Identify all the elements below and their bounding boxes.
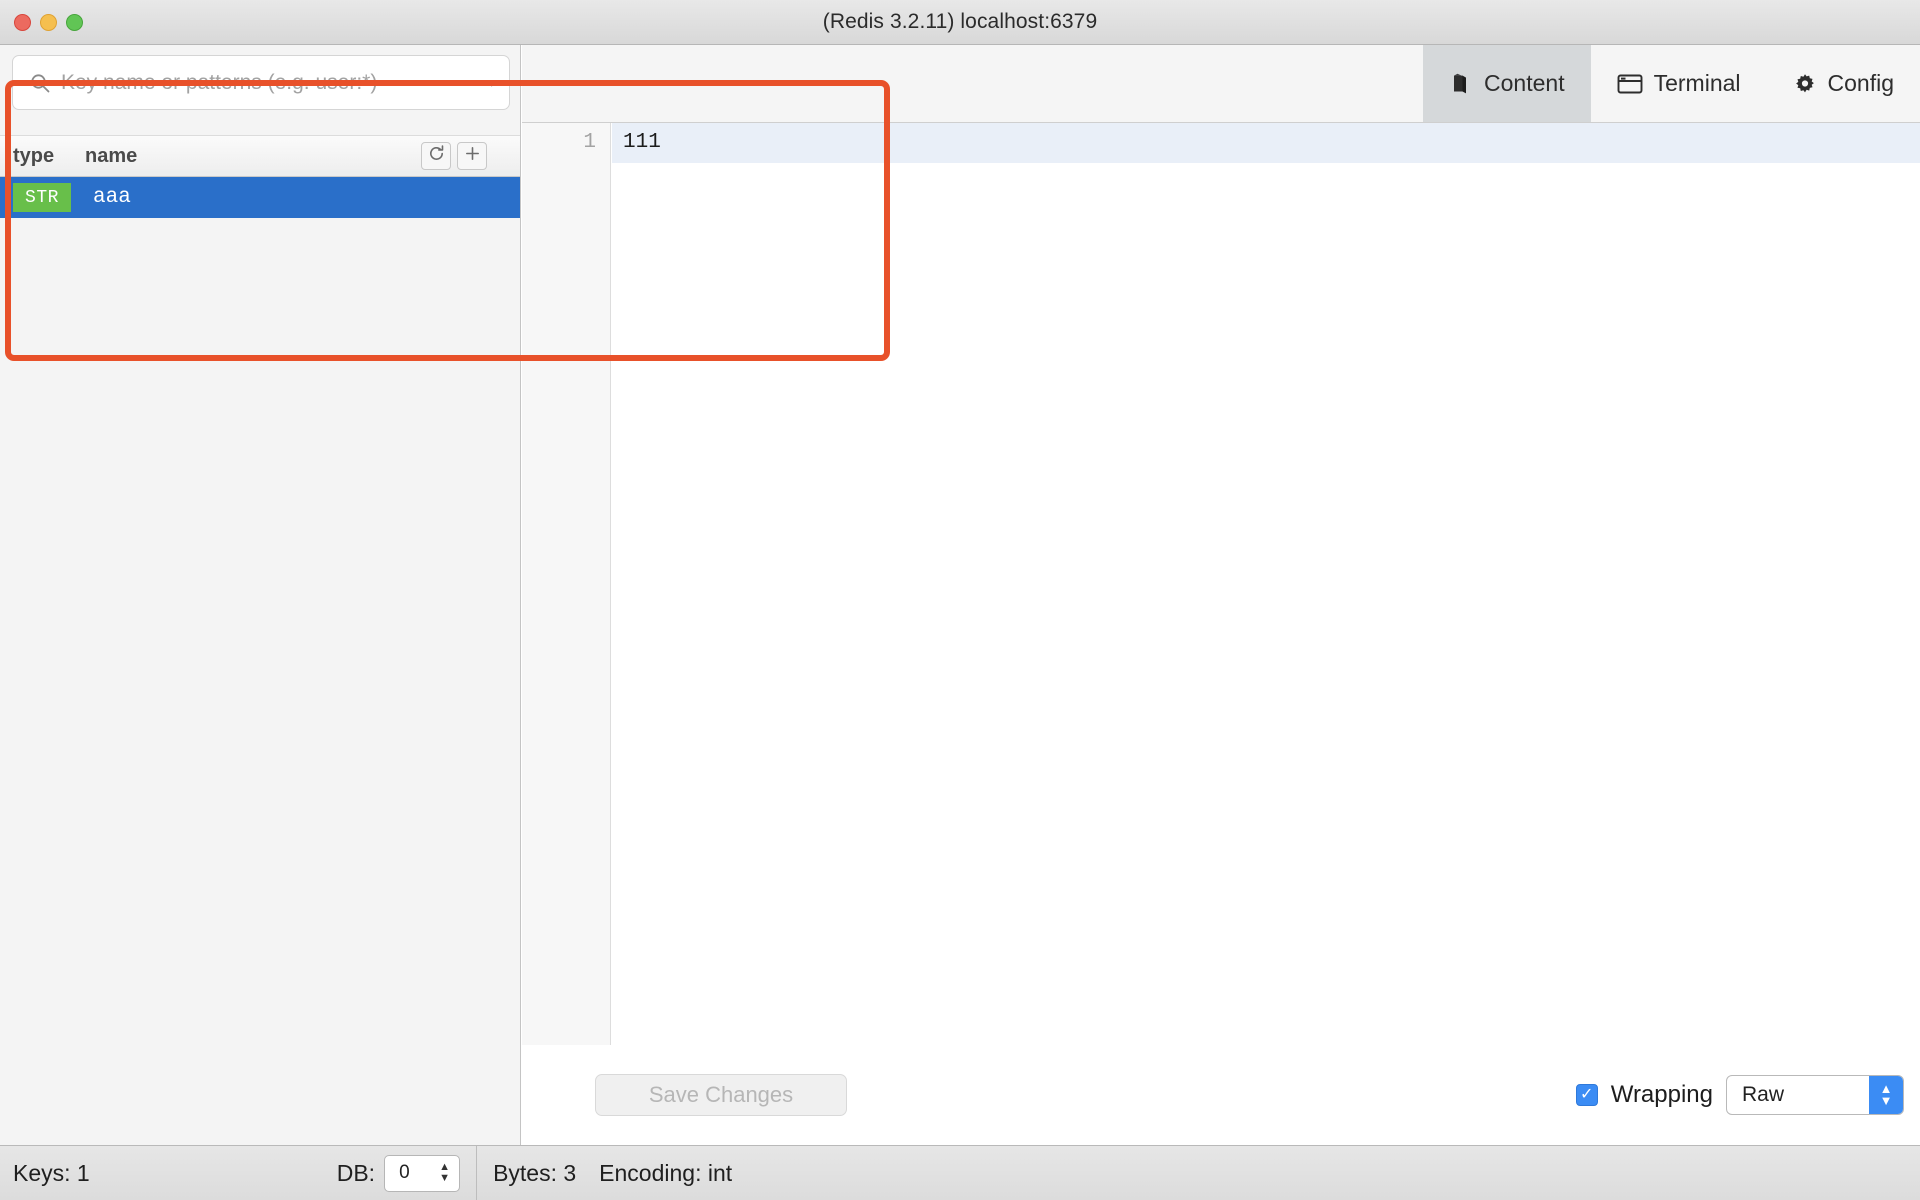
value-editor[interactable]: 1 111 Save Changes ✓ Wrapping Raw ▲ ▼ [522, 123, 1920, 1145]
tab-bar: Content Terminal Config [522, 45, 1920, 123]
key-search-field[interactable]: ▾ [12, 55, 510, 110]
app-window: (Redis 3.2.11) localhost:6379 ▾ type nam… [0, 0, 1920, 1200]
db-stepper[interactable]: 0 ▲ ▼ [384, 1154, 461, 1192]
refresh-button[interactable] [421, 142, 451, 170]
keys-sidebar: ▾ type name [0, 45, 521, 1190]
keys-list-empty-area [0, 402, 520, 1190]
line-number: 1 [583, 131, 596, 154]
code-area[interactable]: 111 [612, 123, 1920, 1145]
view-mode-select[interactable]: Raw ▲ ▼ [1726, 1075, 1904, 1115]
gear-icon [1793, 72, 1817, 96]
search-icon [29, 72, 51, 94]
column-header-name: name [85, 144, 138, 167]
tab-config[interactable]: Config [1767, 45, 1920, 122]
maximize-button[interactable] [66, 14, 83, 31]
tab-config-label: Config [1827, 70, 1894, 96]
book-icon [1449, 72, 1473, 96]
status-db-label: DB: [336, 1159, 376, 1186]
key-name-label: aaa [93, 186, 131, 209]
window-controls [14, 0, 83, 45]
content-panel: Content Terminal Config 1 111 Save Chang… [522, 45, 1920, 1145]
stepper-arrows-icon[interactable]: ▲ ▼ [439, 1156, 450, 1191]
keys-list[interactable]: STR aaa [0, 177, 520, 402]
db-value: 0 [399, 1162, 410, 1183]
window-icon [1617, 73, 1643, 95]
view-mode-value: Raw [1742, 1083, 1785, 1106]
column-header-type: type [13, 144, 55, 167]
list-item[interactable]: STR aaa [0, 177, 520, 218]
chevron-down-icon[interactable]: ▾ [488, 75, 495, 91]
tab-content-label: Content [1484, 70, 1565, 96]
line-number-gutter: 1 [522, 123, 611, 1145]
status-encoding: Encoding: int [599, 1159, 733, 1186]
save-changes-button[interactable]: Save Changes [595, 1074, 847, 1116]
status-bytes: Bytes: 3 [493, 1159, 577, 1186]
add-key-button[interactable] [457, 142, 487, 170]
editor-footer: Save Changes ✓ Wrapping Raw ▲ ▼ [522, 1045, 1920, 1145]
wrapping-checkbox[interactable]: ✓ [1575, 1084, 1598, 1106]
keys-header-actions [421, 142, 487, 170]
tab-terminal-label: Terminal [1653, 70, 1741, 96]
minimize-button[interactable] [40, 14, 57, 31]
status-bar: Keys: 1 DB: 0 ▲ ▼ Bytes: 3 Encoding: int [0, 1145, 1920, 1200]
refresh-icon [427, 144, 446, 168]
keys-list-header: type name [0, 135, 520, 177]
plus-icon [464, 145, 481, 167]
search-input[interactable] [61, 70, 489, 95]
editor-view-options: ✓ Wrapping Raw ▲ ▼ [1575, 1075, 1904, 1115]
key-type-badge: STR [13, 183, 71, 212]
wrapping-label: Wrapping [1610, 1081, 1713, 1108]
code-line[interactable]: 111 [612, 123, 1920, 163]
window-title: (Redis 3.2.11) localhost:6379 [822, 10, 1098, 33]
title-bar: (Redis 3.2.11) localhost:6379 [0, 0, 1920, 45]
tab-content[interactable]: Content [1423, 45, 1591, 122]
chevron-updown-icon: ▲ ▼ [1869, 1076, 1903, 1114]
status-divider [476, 1145, 478, 1200]
tab-terminal[interactable]: Terminal [1591, 45, 1767, 122]
status-keys-count: Keys: 1 [13, 1159, 90, 1186]
close-button[interactable] [14, 14, 31, 31]
